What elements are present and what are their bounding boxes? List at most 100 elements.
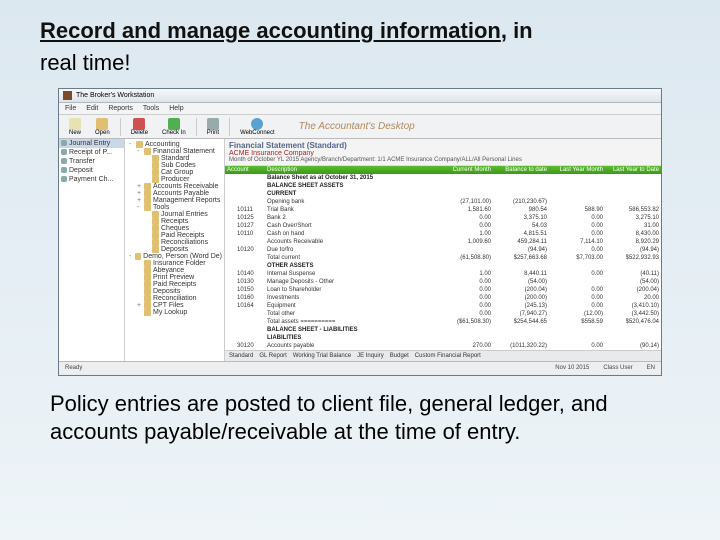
desktop-title: The Accountant's Desktop [299, 121, 415, 132]
report-tab[interactable]: Budget [390, 353, 409, 359]
table-row[interactable]: CURRENT [225, 190, 661, 198]
status-lang: EN [647, 365, 655, 371]
column-header: Account Description Current Month Balanc… [225, 166, 661, 174]
nav-item[interactable]: Transfer [59, 157, 124, 166]
table-row[interactable]: LIABILITIES [225, 334, 661, 342]
table-row[interactable]: OTHER ASSETS [225, 262, 661, 270]
table-row[interactable]: BALANCE SHEET ASSETS [225, 182, 661, 190]
table-row[interactable]: 10111Trial Bank1,581.60980.54588.90586,5… [225, 206, 661, 214]
table-row[interactable]: 10110Cash on hand1.004,815.510.008,430.0… [225, 230, 661, 238]
globe-icon [251, 118, 263, 130]
delete-button[interactable]: Delete [127, 118, 152, 136]
table-row[interactable]: 10150Loan to Shareholder0.00(200.04)0.00… [225, 286, 661, 294]
table-row[interactable]: Accounts Receivable1,009.60459,284.117,1… [225, 238, 661, 246]
status-ready: Ready [65, 365, 82, 371]
work-area: Journal EntryReceipt of P...TransferDepo… [59, 139, 661, 361]
menu-reports[interactable]: Reports [108, 105, 133, 112]
col-current-month: Current Month [435, 167, 491, 173]
nav-item[interactable]: Journal Entry [59, 139, 124, 148]
tree-item[interactable]: Abeyance [127, 267, 222, 274]
webconnect-button[interactable]: WebConnect [236, 118, 279, 136]
table-row[interactable]: Total assets ==========($61,508.30)$254,… [225, 318, 661, 326]
status-user: Class User [603, 365, 632, 371]
report-tab[interactable]: Working Trial Balance [293, 353, 351, 359]
report-grid[interactable]: Balance Sheet as at October 31, 2015BALA… [225, 174, 661, 350]
slide-title-line2: real time! [0, 50, 720, 82]
col-last-year-month: Last Year Month [547, 167, 603, 173]
tree-item[interactable]: Receipts [127, 218, 222, 225]
tree-item[interactable]: Reconciliations [127, 239, 222, 246]
tree-item[interactable]: +Accounts Receivable [127, 183, 222, 190]
table-row[interactable]: Total other0.00(7,940.27)(12.00)(3,442.5… [225, 310, 661, 318]
new-button[interactable]: New [65, 118, 85, 136]
tree-item[interactable]: Insurance Folder [127, 260, 222, 267]
tree-item[interactable]: My Lookup [127, 309, 222, 316]
col-desc: Description [267, 167, 435, 173]
report-tab[interactable]: GL Report [259, 353, 286, 359]
open-button[interactable]: Open [91, 118, 114, 136]
report-tab[interactable]: Custom Financial Report [415, 353, 481, 359]
title-underlined: Record and manage accounting information [40, 18, 501, 43]
menubar: File Edit Reports Tools Help [59, 103, 661, 115]
report-company: ACME Insurance Company [229, 150, 657, 157]
tree-item[interactable]: Deposits [127, 246, 222, 253]
table-row[interactable]: 10160Investments0.00(200.00)0.0020.00 [225, 294, 661, 302]
menu-edit[interactable]: Edit [86, 105, 98, 112]
tree-item[interactable]: +Management Reports [127, 197, 222, 204]
tree-item[interactable]: Cheques [127, 225, 222, 232]
delete-icon [133, 118, 145, 130]
tree-item[interactable]: +CPT Files [127, 302, 222, 309]
menu-help[interactable]: Help [169, 105, 183, 112]
table-row[interactable]: BALANCE SHEET - LIABILITIES [225, 326, 661, 334]
report-period: Month of October YL 2015 Agency/Branch/D… [229, 157, 657, 163]
tree-item[interactable]: -Demo, Person (Word De) [127, 253, 222, 260]
toolbar: New Open Delete Check In Print WebConnec… [59, 115, 661, 139]
tree-panel: -Accounting-Financial StatementStandardS… [125, 139, 225, 361]
print-icon [207, 118, 219, 130]
table-row[interactable]: 10130Manage Deposits - Other0.00(54.00)(… [225, 278, 661, 286]
report-header: Financial Statement (Standard) ACME Insu… [225, 139, 661, 166]
tree-item[interactable]: -Tools [127, 204, 222, 211]
titlebar[interactable]: The Broker's Workstation [59, 89, 661, 103]
tree-item[interactable]: -Accounting [127, 141, 222, 148]
checkin-button[interactable]: Check In [158, 118, 190, 136]
report-tab[interactable]: Standard [229, 353, 253, 359]
table-row[interactable]: Total current(61,508.80)$257,663.68$7,70… [225, 254, 661, 262]
menu-tools[interactable]: Tools [143, 105, 159, 112]
tree-item[interactable]: Paid Receipts [127, 232, 222, 239]
slide-caption: Policy entries are posted to client file… [0, 376, 720, 445]
application-window: The Broker's Workstation File Edit Repor… [58, 88, 662, 376]
table-row[interactable]: 10164Equipment0.00(245.13)0.00(3,410.10) [225, 302, 661, 310]
tree-item[interactable]: Deposits [127, 288, 222, 295]
table-row[interactable]: Balance Sheet as at October 31, 2015 [225, 174, 661, 182]
tree-item[interactable]: Standard [127, 155, 222, 162]
tree-item[interactable]: Journal Entries [127, 211, 222, 218]
col-balance: Balance to date [491, 167, 547, 173]
col-last-year-date: Last Year to Date [603, 167, 659, 173]
tree-item[interactable]: Reconciliation [127, 295, 222, 302]
tree-item[interactable]: Sub Codes [127, 162, 222, 169]
tree-item[interactable]: +Accounts Payable [127, 190, 222, 197]
nav-item[interactable]: Payment Ch... [59, 175, 124, 184]
table-row[interactable]: 10125Bank 20.003,375.100.003,275.10 [225, 214, 661, 222]
open-icon [96, 118, 108, 130]
table-row[interactable]: 10140Internal Suspense1.008,440.110.00(4… [225, 270, 661, 278]
menu-file[interactable]: File [65, 105, 76, 112]
tree-item[interactable]: -Financial Statement [127, 148, 222, 155]
tree-item[interactable]: Paid Receipts [127, 281, 222, 288]
table-row[interactable]: Opening bank(27,101.00)(210,230.67) [225, 198, 661, 206]
slide-title: Record and manage accounting information… [0, 0, 720, 50]
tree-item[interactable]: Print Preview [127, 274, 222, 281]
table-row[interactable]: 30120Accounts payable270.00(1011,320.22)… [225, 342, 661, 350]
col-account: Account [227, 167, 267, 173]
nav-item[interactable]: Deposit [59, 166, 124, 175]
table-row[interactable]: 10127Cash Over/Short0.0054.030.0031.00 [225, 222, 661, 230]
tree-item[interactable]: Cat Group [127, 169, 222, 176]
statusbar: Ready Nov 10 2015 Class User EN [59, 361, 661, 374]
table-row[interactable]: 10120Due to/fro(94.94)0.00(94.94) [225, 246, 661, 254]
nav-item[interactable]: Receipt of P... [59, 148, 124, 157]
print-button[interactable]: Print [203, 118, 223, 136]
report-tabs: Standard GL Report Working Trial Balance JE… [225, 350, 661, 361]
report-tab[interactable]: JE Inquiry [357, 353, 384, 359]
tree-item[interactable]: Producer [127, 176, 222, 183]
